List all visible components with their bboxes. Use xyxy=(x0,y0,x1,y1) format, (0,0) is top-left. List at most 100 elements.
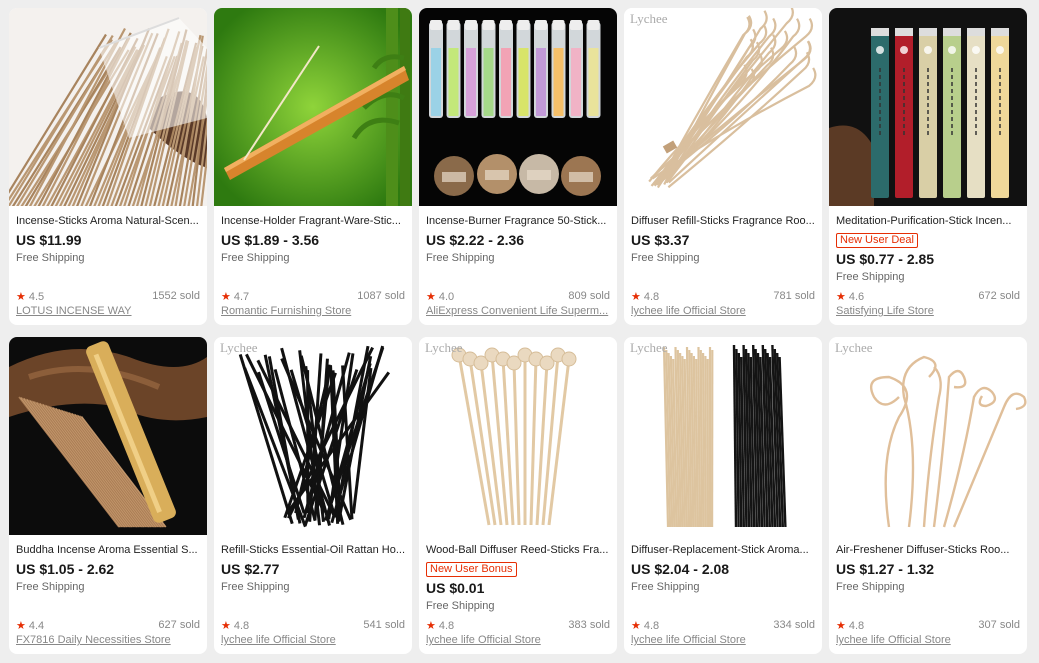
wood-ball-sticks-image[interactable]: Lychee xyxy=(419,337,617,535)
shipping-label: Free Shipping xyxy=(836,581,905,593)
brand-watermark: Lychee xyxy=(220,340,258,355)
product-info: Air-Freshener Diffuser-Sticks Roo... US … xyxy=(829,535,1027,654)
sold-count: 541 sold xyxy=(363,619,405,631)
star-icon: ★ xyxy=(16,620,26,632)
rating: ★ 4.8 xyxy=(221,619,249,632)
product-card[interactable]: Lychee Diffuser Refill-Sticks Fragrance … xyxy=(624,8,822,325)
product-card[interactable]: Incense-Holder Fragrant-Ware-Stic... US … xyxy=(214,8,412,325)
product-card[interactable]: Incense-Sticks Aroma Natural-Scen... US … xyxy=(9,8,207,325)
product-card[interactable]: Incense-Burner Fragrance 50-Stick... US … xyxy=(419,8,617,325)
product-info: Buddha Incense Aroma Essential S... US $… xyxy=(9,535,207,654)
shipping-label: Free Shipping xyxy=(631,581,700,593)
product-info: Meditation-Purification-Stick Incen... N… xyxy=(829,206,1027,325)
rating: ★ 4.5 xyxy=(16,290,44,303)
rating-row: ★ 4.8 541 sold xyxy=(221,619,405,632)
product-grid: Incense-Sticks Aroma Natural-Scen... US … xyxy=(9,8,1027,654)
product-card[interactable]: Lychee Diffuser-Replacement-Stick Aroma.… xyxy=(624,337,822,654)
brand-watermark: Lychee xyxy=(425,340,463,355)
black-reed-sticks-image[interactable]: Lychee xyxy=(214,337,412,535)
sold-count: 383 sold xyxy=(568,619,610,631)
product-card[interactable]: Lychee Wood-Ball Diffuser Reed-Sticks Fr… xyxy=(419,337,617,654)
rating-value: 4.6 xyxy=(848,291,865,303)
promo-badge: New User Bonus xyxy=(426,562,517,577)
promo-badge: New User Deal xyxy=(836,233,918,248)
brand-watermark: Lychee xyxy=(630,11,668,26)
rating: ★ 4.8 xyxy=(836,619,864,632)
product-price: US $1.27 - 1.32 xyxy=(836,561,935,577)
product-card[interactable]: Buddha Incense Aroma Essential S... US $… xyxy=(9,337,207,654)
spiral-rattan-sticks-image[interactable]: Lychee xyxy=(829,337,1027,535)
store-link[interactable]: Satisfying Life Store xyxy=(836,305,1020,317)
brand-watermark: Lychee xyxy=(630,340,668,355)
shipping-label: Free Shipping xyxy=(16,581,85,593)
shipping-label: Free Shipping xyxy=(426,252,495,264)
shipping-label: Free Shipping xyxy=(836,271,905,283)
product-price: US $0.01 xyxy=(426,580,485,596)
rating-value: 4.8 xyxy=(643,291,660,303)
rating: ★ 4.6 xyxy=(836,290,864,303)
product-info: Incense-Sticks Aroma Natural-Scen... US … xyxy=(9,206,207,325)
rating-value: 4.8 xyxy=(848,620,865,632)
natural-and-black-sticks-image[interactable]: Lychee xyxy=(624,337,822,535)
store-link[interactable]: LOTUS INCENSE WAY xyxy=(16,305,200,317)
star-icon: ★ xyxy=(836,620,846,632)
rating-row: ★ 4.8 307 sold xyxy=(836,619,1020,632)
rating-row: ★ 4.0 809 sold xyxy=(426,290,610,303)
curly-rattan-sticks-image[interactable]: Lychee xyxy=(624,8,822,206)
star-icon: ★ xyxy=(836,291,846,303)
rating-row: ★ 4.8 383 sold xyxy=(426,619,610,632)
incense-bundle-bag-image[interactable] xyxy=(9,8,207,206)
colorful-tubes-rooms-image[interactable] xyxy=(419,8,617,206)
product-info: Refill-Sticks Essential-Oil Rattan Ho...… xyxy=(214,535,412,654)
product-price: US $1.05 - 2.62 xyxy=(16,561,115,577)
sold-count: 1552 sold xyxy=(152,290,200,302)
star-icon: ★ xyxy=(221,620,231,632)
rating: ★ 4.4 xyxy=(16,619,44,632)
store-link[interactable]: lychee life Official Store xyxy=(221,634,405,646)
product-title[interactable]: Incense-Burner Fragrance 50-Stick... xyxy=(426,214,610,228)
store-link[interactable]: AliExpress Convenient Life Superm... xyxy=(426,305,610,317)
product-price: US $3.37 xyxy=(631,232,690,248)
product-title[interactable]: Meditation-Purification-Stick Incen... xyxy=(836,214,1020,228)
sold-count: 334 sold xyxy=(773,619,815,631)
rating-value: 4.8 xyxy=(643,620,660,632)
product-card[interactable]: Meditation-Purification-Stick Incen... N… xyxy=(829,8,1027,325)
shipping-label: Free Shipping xyxy=(16,252,85,264)
rating-row: ★ 4.7 1087 sold xyxy=(221,290,405,303)
product-title[interactable]: Incense-Holder Fragrant-Ware-Stic... xyxy=(221,214,405,228)
product-info: Diffuser-Replacement-Stick Aroma... US $… xyxy=(624,535,822,654)
product-title[interactable]: Buddha Incense Aroma Essential S... xyxy=(16,543,200,557)
product-title[interactable]: Incense-Sticks Aroma Natural-Scen... xyxy=(16,214,200,228)
store-link[interactable]: lychee life Official Store xyxy=(631,634,815,646)
shipping-label: Free Shipping xyxy=(426,600,495,612)
product-title[interactable]: Wood-Ball Diffuser Reed-Sticks Fra... xyxy=(426,543,610,557)
incense-tubes-dark-image[interactable] xyxy=(829,8,1027,206)
shipping-label: Free Shipping xyxy=(631,252,700,264)
brand-watermark: Lychee xyxy=(835,340,873,355)
rating-value: 4.5 xyxy=(28,291,45,303)
store-link[interactable]: lychee life Official Store xyxy=(631,305,815,317)
product-title[interactable]: Air-Freshener Diffuser-Sticks Roo... xyxy=(836,543,1020,557)
incense-tube-driftwood-image[interactable] xyxy=(9,337,207,535)
product-card[interactable]: Lychee Refill-Sticks Essential-Oil Ratta… xyxy=(214,337,412,654)
rating-row: ★ 4.6 672 sold xyxy=(836,290,1020,303)
store-link[interactable]: FX7816 Daily Necessities Store xyxy=(16,634,200,646)
store-link[interactable]: Romantic Furnishing Store xyxy=(221,305,405,317)
star-icon: ★ xyxy=(16,291,26,303)
product-info: Incense-Holder Fragrant-Ware-Stic... US … xyxy=(214,206,412,325)
rating-row: ★ 4.8 781 sold xyxy=(631,290,815,303)
product-title[interactable]: Refill-Sticks Essential-Oil Rattan Ho... xyxy=(221,543,405,557)
rating-value: 4.8 xyxy=(438,620,455,632)
store-link[interactable]: lychee life Official Store xyxy=(426,634,610,646)
sold-count: 781 sold xyxy=(773,290,815,302)
product-title[interactable]: Diffuser-Replacement-Stick Aroma... xyxy=(631,543,815,557)
sold-count: 809 sold xyxy=(568,290,610,302)
product-card[interactable]: Lychee Air-Freshener Diffuser-Sticks Roo… xyxy=(829,337,1027,654)
product-title[interactable]: Diffuser Refill-Sticks Fragrance Roo... xyxy=(631,214,815,228)
product-price: US $11.99 xyxy=(16,232,82,248)
store-link[interactable]: lychee life Official Store xyxy=(836,634,1020,646)
wooden-holder-bamboo-image[interactable] xyxy=(214,8,412,206)
rating-value: 4.7 xyxy=(233,291,250,303)
product-price: US $2.22 - 2.36 xyxy=(426,232,525,248)
rating: ★ 4.7 xyxy=(221,290,249,303)
